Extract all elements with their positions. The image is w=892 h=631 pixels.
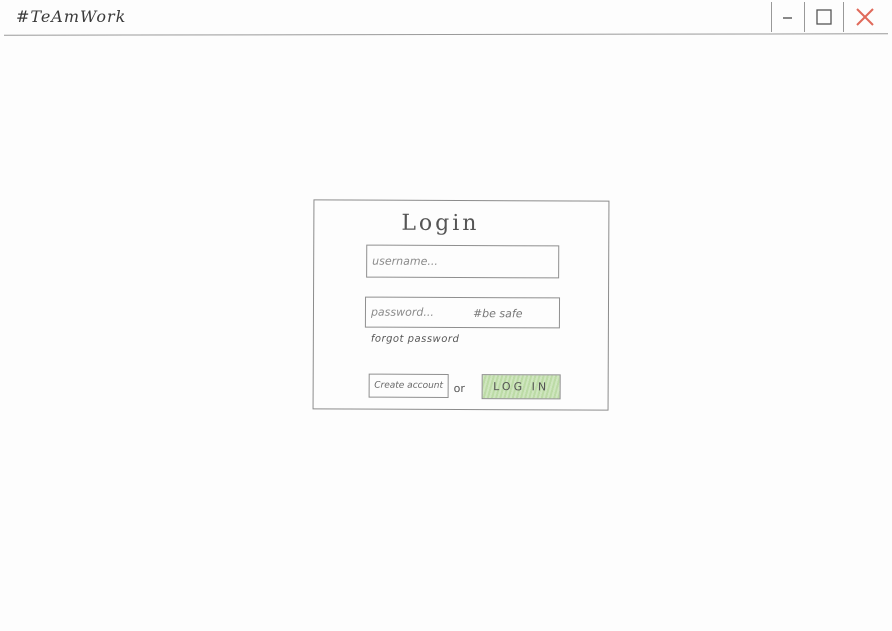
login-heading: Login (401, 210, 480, 237)
create-account-button[interactable]: Create account (368, 373, 449, 398)
close-icon (856, 8, 874, 26)
username-input[interactable] (366, 244, 560, 279)
window-title: #TeAmWork (16, 7, 127, 26)
login-panel: Login #be safe forgot password Create ac… (312, 199, 610, 411)
minimize-button[interactable] (771, 2, 804, 32)
or-separator: or (453, 381, 465, 396)
forgot-password-link[interactable]: forgot password (371, 334, 460, 345)
maximize-button[interactable] (804, 2, 843, 32)
title-bar-divider (3, 33, 889, 36)
password-input[interactable] (364, 296, 561, 329)
title-bar: #TeAmWork (0, 0, 892, 36)
login-button[interactable]: LOG IN (481, 374, 561, 400)
close-button[interactable] (843, 2, 886, 32)
maximize-icon (816, 9, 832, 25)
minimize-icon (783, 17, 792, 19)
